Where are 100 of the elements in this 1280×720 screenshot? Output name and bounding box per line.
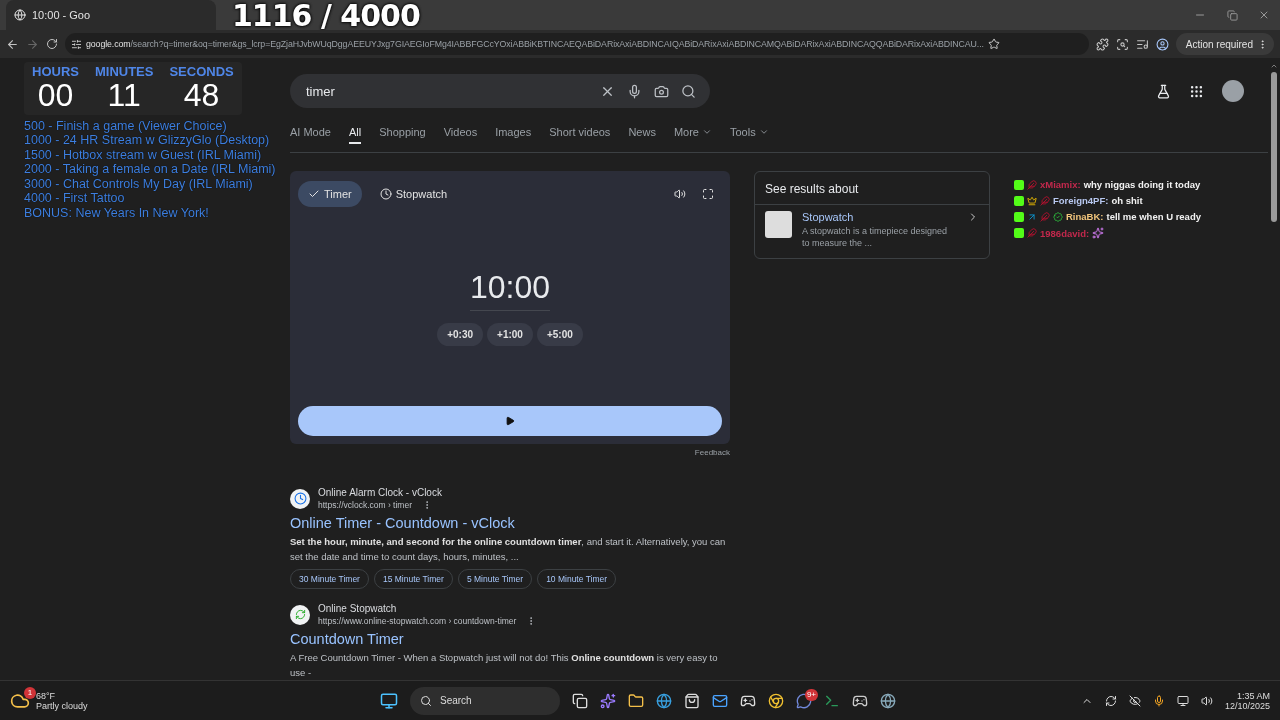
chat-username: xMiamix: [1040,179,1081,190]
result-title-link[interactable]: Countdown Timer [290,631,730,647]
kick-badge-icon [1014,179,1024,190]
site-name: Online Stopwatch [318,603,398,614]
fullscreen-icon[interactable] [702,188,714,200]
search-icon[interactable] [681,83,696,99]
search-icon [420,694,432,707]
search-tab[interactable]: AI Mode [290,126,331,144]
back-button[interactable] [6,37,19,51]
search-tab[interactable]: More [673,126,712,144]
extensions-button[interactable] [1095,37,1109,51]
microphone-icon[interactable] [1152,694,1165,707]
site-url: https://vclock.com › timer [318,500,412,510]
chat-username: RinaBK: [1066,211,1104,222]
crown-icon [1027,195,1037,206]
flask-icon[interactable] [1156,83,1171,99]
start-button[interactable] [298,406,722,436]
sparkle-icon[interactable] [600,692,616,709]
browser-icon[interactable] [768,692,784,709]
countdown-value: 00 [37,79,74,113]
entity-name: Stopwatch [802,211,855,223]
start-icon[interactable] [380,691,398,710]
search-tab-button[interactable] [1115,37,1129,51]
site-url: https://www.online-stopwatch.com › countdown-timer [318,616,517,626]
goal-item: 4000 - First Tattoo [24,191,126,206]
restore-icon [1226,9,1238,21]
stopwatch-thumbnail [765,211,792,238]
weather-condition: Partly cloudy [36,700,88,711]
notification-badge: 1 [24,686,36,699]
forward-button[interactable] [26,37,39,51]
store-icon[interactable] [684,692,700,709]
mode-tab[interactable]: Stopwatch [369,181,458,207]
search-tab[interactable]: Short videos [549,126,611,144]
search-tab[interactable]: Tools [729,126,769,144]
clock[interactable]: 1:35 AM 12/10/2025 [1224,690,1270,711]
avatar[interactable] [1222,80,1244,102]
eye-off-icon[interactable] [1128,694,1141,707]
media-button[interactable] [1135,37,1149,51]
goal-item: 1500 - Hotbox stream w Guest (IRL Miami) [24,147,263,163]
taskbar-search[interactable]: Search [410,686,560,715]
site-settings-icon [71,38,82,50]
microphone-icon[interactable] [627,83,642,99]
countdown-unit: SECONDS [169,64,234,79]
check-icon [308,188,320,200]
entity-item[interactable]: Stopwatch A stopwatch is a timepiece designed to measure the ... [755,205,989,255]
folder-icon[interactable] [628,692,644,709]
search-tab[interactable]: Shopping [379,126,426,144]
mail-icon[interactable] [712,692,728,709]
feedback-link[interactable]: Feedback [694,448,730,457]
chat-message: why niggas doing it today [1083,179,1201,190]
goal-item: 2000 - Taking a female on a Date (IRL Miami) [24,162,277,177]
apps-grid-icon[interactable] [1189,83,1204,99]
search-field[interactable]: timer [290,74,710,108]
site-name: Online Alarm Clock - vClock [318,487,442,498]
kick-badge-icon [1014,228,1024,238]
chat-message: tell me when U ready [1106,211,1201,222]
profile-button[interactable] [1155,37,1169,51]
globe-icon[interactable] [656,692,672,709]
caret-icon [758,127,769,137]
goal-item: 500 - Finish a game (Viewer Choice) [24,118,228,134]
add-time-button[interactable]: +0:30 [437,323,484,346]
volume-icon[interactable] [1200,694,1213,707]
mode-tab[interactable]: Timer [298,181,362,207]
goal-item: 3000 - Chat Controls My Day (IRL Miami) [24,176,254,192]
arrows-icon [294,609,306,620]
address-bar[interactable]: google.com/search?q=timer&oq=timer&gs_lcrp=EgZjaHJvbWUqDggAEEUYJxg7GIAEGIoFMg4IABBFGCcYOxiABBiKBTINCAEQABiDARixAxiABDINCAIQABiDARixAxiABDINCAMQABiDARixAxiABDINCAQQABiDARixAxiABDINCAU... [65,33,1089,55]
search-input[interactable]: timer [304,82,588,100]
feather-icon [1040,211,1050,222]
feather-icon [1027,179,1037,190]
search-tab[interactable]: All [348,126,362,144]
panel-heading: See results about [755,172,989,205]
entity-description: A stopwatch is a timepiece designed to measure the ... [802,225,949,249]
chat-username: Foreign4PF: [1053,195,1109,206]
temperature: 68°F [36,690,57,701]
close-icon [1258,9,1270,21]
bookmark-star-icon[interactable] [987,38,1000,50]
result-snippet: Set the hour, minute, and second for the online countdown timer, and start it. Alternatively, you can set the date and time to count days, hours, minutes, ... [290,535,727,564]
action-required-button[interactable]: Action required [1175,33,1274,55]
camera-icon[interactable] [654,83,669,99]
puzzle-icon [1095,37,1109,51]
task-view-icon[interactable] [572,692,588,709]
result-title-link[interactable]: Online Timer - Countdown - vClock [290,515,730,531]
goal-counter: 1116 / 4000 [232,0,420,33]
scroll-up-icon[interactable] [1270,62,1278,70]
feather-icon [1040,195,1050,206]
notification-badge: 9+ [804,688,818,701]
search-tab[interactable]: News [628,126,656,144]
search-tab[interactable]: Images [495,126,532,144]
sync-icon[interactable] [1104,694,1117,707]
verified-icon [1053,211,1063,222]
add-time-button[interactable]: +1:00 [487,323,533,346]
add-time-button[interactable]: +5:00 [536,323,583,346]
kick-badge-icon [1014,195,1024,206]
browser-tab[interactable]: 10:00 - Goo [6,0,216,30]
volume-icon[interactable] [674,188,686,200]
music-list-icon [1135,37,1149,51]
reload-button[interactable] [46,38,58,50]
clock-icon [379,188,392,200]
reload-icon [46,38,58,50]
search-tab[interactable]: Videos [443,126,478,144]
